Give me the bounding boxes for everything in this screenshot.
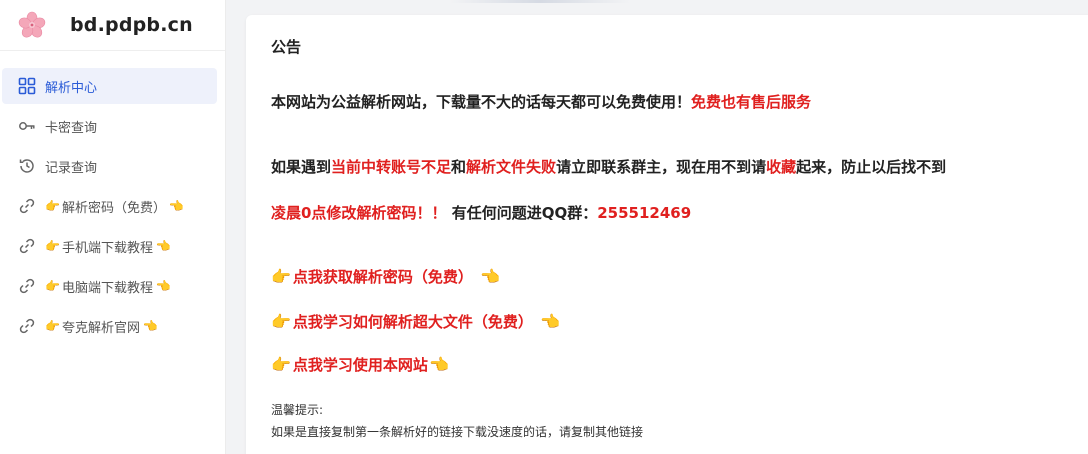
sidebar: bd.pdpb.cn 解析中心 卡密查询 记录查询 👉 解析密码（免费） 👉 👉… xyxy=(0,0,226,454)
pointing-hand-right-icon: 👉 xyxy=(45,319,60,333)
key-icon xyxy=(18,117,36,135)
pointing-hand-left-icon: 👉 xyxy=(540,312,561,331)
tips-title: 温馨提示: xyxy=(271,403,324,417)
link-label: 点我学习使用本网站 xyxy=(292,356,428,374)
notice-line-contact: 如果遇到当前中转账号不足和解析文件失败请立即联系群主，现在用不到请收藏起来，防止… xyxy=(271,156,946,177)
link-icon xyxy=(18,197,36,215)
sidebar-item-mobile-tutorial[interactable]: 👉 手机端下载教程 👉 xyxy=(2,228,217,264)
sidebar-item-label: 手机端下载教程 xyxy=(61,240,153,256)
link-icon xyxy=(18,277,36,295)
sidebar-item-record-query[interactable]: 记录查询 xyxy=(2,148,217,184)
sidebar-item-label: 电脑端下载教程 xyxy=(61,280,153,296)
top-decoration xyxy=(450,0,630,3)
pointing-hand-right-icon: 👉 xyxy=(45,239,60,253)
large-file-tutorial-link[interactable]: 👉 点我学习如何解析超大文件（免费） 👉 xyxy=(271,311,561,332)
app-root: bd.pdpb.cn 解析中心 卡密查询 记录查询 👉 解析密码（免费） 👉 👉… xyxy=(0,0,1088,454)
pointing-hand-left-icon: 👉 xyxy=(429,355,450,374)
sidebar-item-pc-tutorial[interactable]: 👉 电脑端下载教程 👉 xyxy=(2,268,217,304)
sakura-flower-icon xyxy=(18,11,46,38)
sidebar-item-label: 解析密码（免费） xyxy=(61,200,166,216)
pointing-hand-right-icon: 👉 xyxy=(271,312,291,331)
pointing-hand-right-icon: 👉 xyxy=(45,279,60,293)
sidebar-item-label-wrap: 👉 夸克解析官网 👉 xyxy=(45,317,158,336)
notice-text: 起来，防止以后找不到 xyxy=(796,158,947,176)
pointing-hand-right-icon: 👉 xyxy=(271,355,291,374)
sidebar-item-label-wrap: 👉 电脑端下载教程 👉 xyxy=(45,277,171,296)
sidebar-item-parse-center[interactable]: 解析中心 xyxy=(2,68,217,104)
sidebar-item-parse-password[interactable]: 👉 解析密码（免费） 👉 xyxy=(2,188,217,224)
notice-highlight: 收藏 xyxy=(766,158,797,176)
pointing-hand-left-icon: 👉 xyxy=(155,239,171,253)
sidebar-item-card-query[interactable]: 卡密查询 xyxy=(2,108,217,144)
notice-highlight: 当前中转账号不足 xyxy=(331,158,452,176)
notice-line-free-use: 本网站为公益解析网站，下载量不大的话每天都可以免费使用！免费也有售后服务 xyxy=(271,91,811,112)
notice-highlight: 免费也有售后服务 xyxy=(691,93,812,111)
get-password-link[interactable]: 👉 点我获取解析密码（免费） 👉 xyxy=(271,266,501,287)
qq-group-number: 255512469 xyxy=(597,204,692,222)
notice-text: 如果遇到 xyxy=(271,158,332,176)
link-icon xyxy=(18,317,36,335)
grid-icon xyxy=(18,77,36,95)
site-title[interactable]: bd.pdpb.cn xyxy=(70,14,193,36)
sidebar-item-label: 夸克解析官网 xyxy=(61,320,140,336)
link-label: 点我学习如何解析超大文件（免费） xyxy=(292,313,533,331)
sidebar-item-label: 解析中心 xyxy=(45,80,98,96)
sidebar-menu: 解析中心 卡密查询 记录查询 👉 解析密码（免费） 👉 👉 手机端下载教程 👉 … xyxy=(0,51,225,344)
pointing-hand-left-icon: 👉 xyxy=(155,279,171,293)
tips-text: 如果是直接复制第一条解析好的链接下载没速度的话，请复制其他链接 xyxy=(271,425,644,439)
link-label: 点我获取解析密码（免费） xyxy=(292,268,473,286)
pointing-hand-right-icon: 👉 xyxy=(271,267,291,286)
notice-text: 请立即联系群主，现在用不到请 xyxy=(556,158,767,176)
notice-highlight: 凌晨0点修改解析密码！！ xyxy=(271,204,447,222)
site-usage-tutorial-link[interactable]: 👉 点我学习使用本网站 👉 xyxy=(271,354,450,375)
notice-text: 本网站为公益解析网站，下载量不大的话每天都可以免费使用！ xyxy=(271,93,692,111)
link-icon xyxy=(18,237,36,255)
notice-text: 有任何问题进QQ群： xyxy=(451,204,598,222)
pointing-hand-left-icon: 👉 xyxy=(168,199,184,213)
notice-text: 和 xyxy=(451,158,467,176)
notice-line-password-reset: 凌晨0点修改解析密码！！ 有任何问题进QQ群：255512469 xyxy=(271,202,691,223)
pointing-hand-left-icon: 👉 xyxy=(142,319,158,333)
sidebar-item-quark-official[interactable]: 👉 夸克解析官网 👉 xyxy=(2,308,217,344)
sidebar-item-label: 记录查询 xyxy=(45,160,98,176)
notice-title: 公告 xyxy=(271,38,302,56)
sidebar-item-label-wrap: 👉 手机端下载教程 👉 xyxy=(45,237,171,256)
history-icon xyxy=(18,157,36,175)
notice-highlight: 解析文件失败 xyxy=(466,158,557,176)
brand-header: bd.pdpb.cn xyxy=(0,0,225,51)
pointing-hand-right-icon: 👉 xyxy=(45,199,60,213)
pointing-hand-left-icon: 👉 xyxy=(480,267,501,286)
sidebar-item-label-wrap: 👉 解析密码（免费） 👉 xyxy=(45,197,184,216)
notice-card: 公告 本网站为公益解析网站，下载量不大的话每天都可以免费使用！免费也有售后服务 … xyxy=(246,15,1088,454)
sidebar-item-label: 卡密查询 xyxy=(45,120,98,136)
